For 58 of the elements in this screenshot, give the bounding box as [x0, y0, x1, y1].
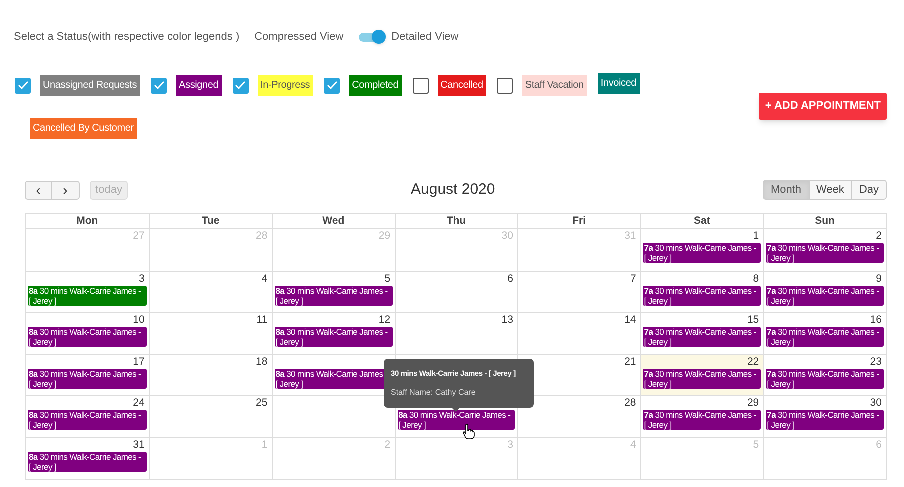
day-number: 12 [378, 314, 392, 328]
status-legend-tag: In-Progress [258, 75, 314, 96]
day-number: 9 [875, 272, 883, 286]
day-number: 23 [869, 356, 883, 369]
weekday-header: Sun [763, 214, 886, 229]
day-number: 29 [378, 230, 392, 243]
day-number: 7 [629, 272, 638, 286]
weekday-header: Sat [640, 214, 764, 229]
day-number: 6 [875, 438, 883, 452]
status-legend-tag: Unassigned Requests [40, 75, 140, 96]
weekday-header: Wed [272, 214, 395, 229]
day-number: 29 [746, 397, 760, 410]
day-number: 28 [255, 230, 269, 243]
day-number: 4 [629, 438, 638, 452]
day-number: 24 [132, 397, 146, 410]
tooltip-staff: Staff Name: Cathy Care [391, 387, 477, 399]
day-number: 25 [255, 397, 269, 410]
day-number: 31 [624, 230, 638, 243]
status-legend-tag: Cancelled [438, 75, 486, 96]
weekday-header: Mon [26, 214, 149, 229]
day-number: 16 [869, 314, 883, 328]
day-number: 6 [506, 272, 514, 286]
day-number: 4 [260, 272, 269, 286]
day-number: 30 [500, 230, 514, 243]
detailed-view-label: Detailed View [392, 30, 459, 45]
status-legend-tag: Cancelled By Customer [30, 118, 137, 139]
weekday-header: Fri [517, 214, 640, 229]
status-legend-tag: Invoiced [598, 73, 640, 94]
day-number: 1 [260, 438, 269, 452]
day-number: 17 [132, 356, 146, 369]
day-number: 31 [132, 438, 146, 452]
day-number: 28 [624, 397, 638, 410]
status-legend-tag: Assigned [176, 75, 222, 96]
day-number: 18 [255, 356, 269, 369]
day-number: 21 [624, 356, 638, 369]
day-number: 5 [384, 272, 392, 286]
day-number: 27 [132, 230, 146, 243]
day-number: 14 [624, 314, 638, 328]
weekday-header: Tue [148, 214, 272, 229]
weekday-header: Thu [394, 214, 518, 229]
day-number: 10 [132, 314, 146, 328]
status-prompt: Select a Status(with respective color legends ) [14, 30, 240, 45]
day-number: 3 [506, 438, 514, 452]
day-number: 11 [256, 314, 269, 328]
compressed-view-label: Compressed View [254, 30, 344, 45]
day-number: 13 [500, 314, 514, 328]
day-number: 30 [869, 397, 883, 410]
day-number: 8 [752, 272, 760, 286]
day-number: 15 [746, 314, 760, 328]
day-number: 1 [752, 230, 760, 243]
day-number: 2 [384, 438, 392, 452]
day-number: 2 [875, 230, 883, 243]
status-legend-tag: Completed [349, 75, 402, 96]
day-number: 5 [752, 438, 760, 452]
day-number: 3 [138, 272, 146, 286]
day-number: 22 [746, 356, 760, 369]
month-title: August 2020 [411, 180, 496, 200]
status-legend-tag: Staff Vacation [522, 75, 587, 96]
